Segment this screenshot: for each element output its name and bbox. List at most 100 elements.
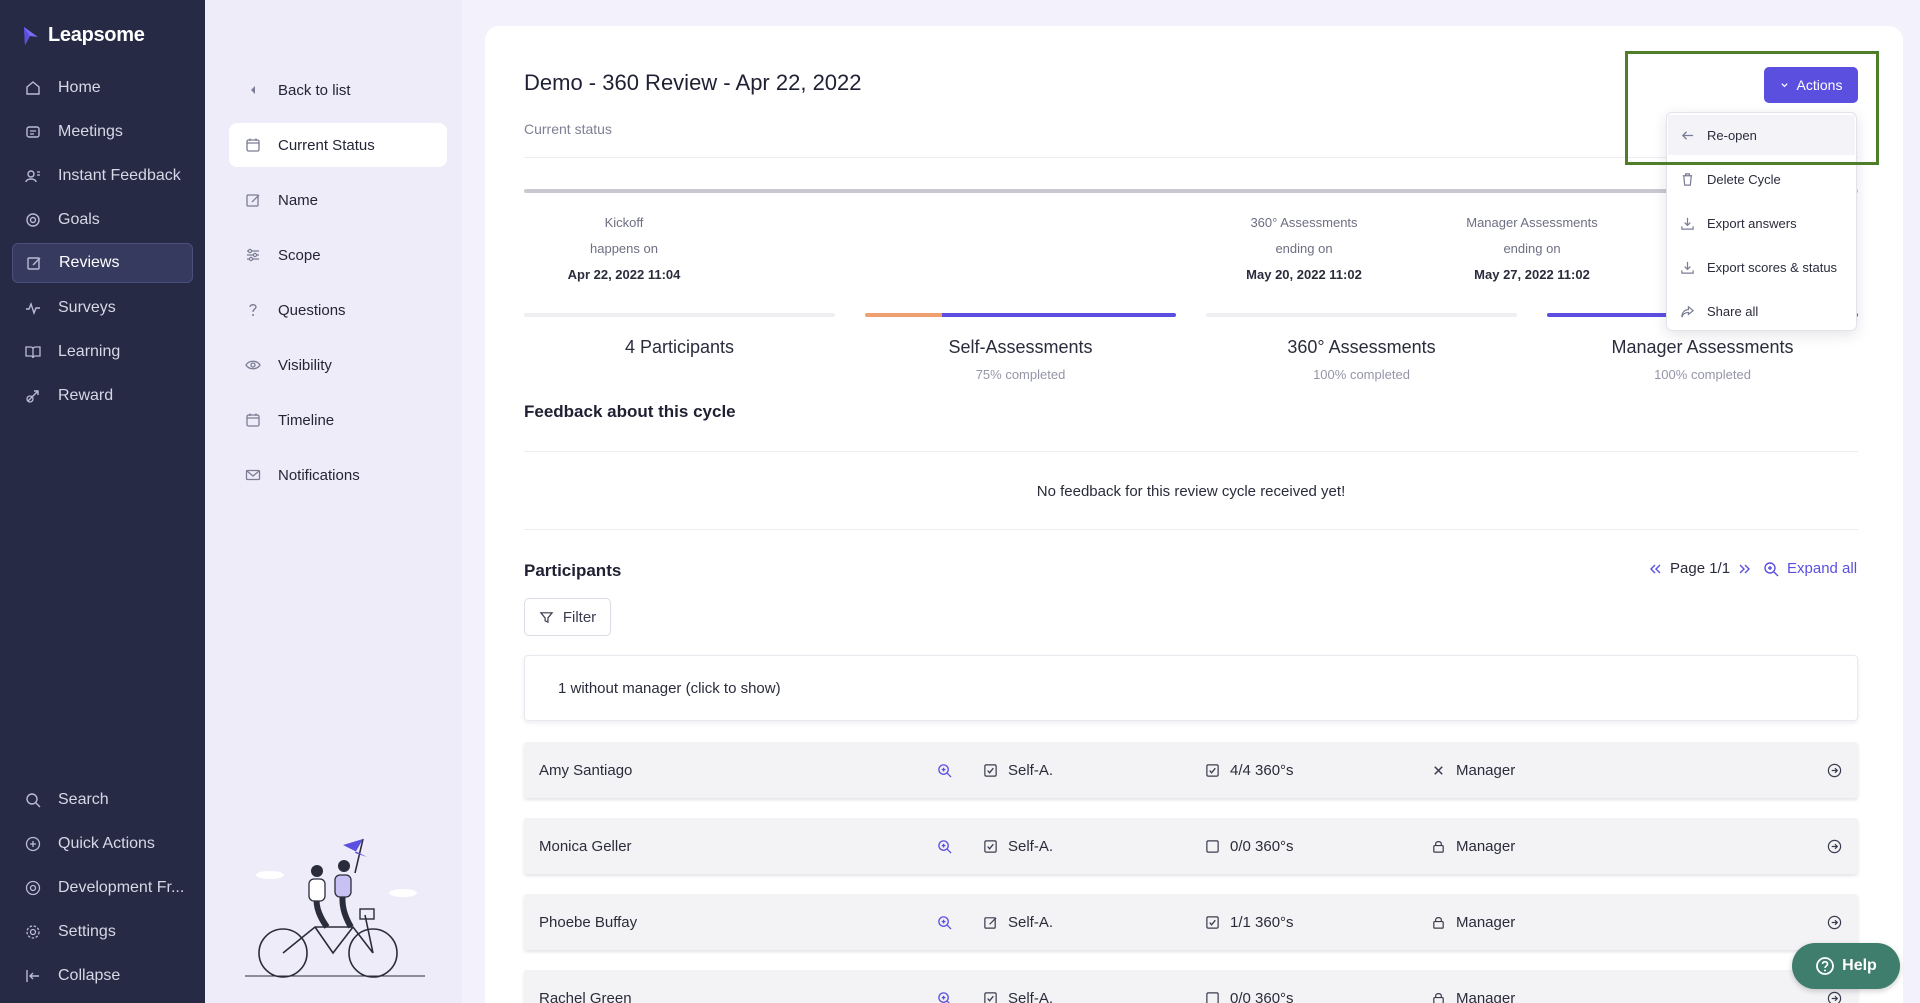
milestone-title: 360° Assessments [1250,215,1358,230]
nav-surveys[interactable]: Surveys [12,288,193,328]
expand-all-link[interactable]: Expand all [1763,560,1857,577]
360-label: 1/1 360°s [1230,913,1294,931]
stat-percent: 75% completed [975,367,1066,382]
main-content-card: Demo - 360 Review - Apr 22, 2022 Current… [485,26,1903,1003]
leapsome-logo-icon [24,26,38,45]
nav-reviews[interactable]: Reviews [12,243,193,283]
arrow-right-circle-icon[interactable] [1827,915,1842,930]
sub-item-visibility[interactable]: Visibility [229,343,447,387]
actions-label: Actions [1796,77,1843,93]
arrow-left-icon [1681,130,1694,140]
self-assessment-status: Self-A. [983,894,1053,950]
question-icon [249,304,257,316]
checked-box-icon [984,991,997,1003]
menu-item-delete-cycle[interactable]: Delete Cycle [1668,159,1855,199]
sub-item-scope[interactable]: Scope [229,233,447,277]
trash-icon [1682,172,1693,186]
actions-button[interactable]: Actions [1764,67,1858,103]
nav-goals[interactable]: Goals [12,200,193,240]
double-chevron-left-icon[interactable] [1648,563,1662,575]
arrow-right-circle-icon[interactable] [1827,839,1842,854]
sub-item-label: Notifications [278,466,360,484]
milestone-date: Apr 22, 2022 11:04 [567,267,681,282]
menu-item-share-all[interactable]: Share all [1668,291,1855,331]
share-icon [1681,305,1695,317]
manager-status: Manager [1431,742,1515,798]
participant-row[interactable]: Phoebe Buffay Self-A. 1/1 360°s Manager [524,894,1858,950]
nav-search[interactable]: Search [12,780,193,820]
double-chevron-right-icon[interactable] [1738,563,1752,575]
milestone-caption: ending on [1503,241,1561,256]
nav-collapse[interactable]: Collapse [12,956,193,996]
zoom-in-icon[interactable] [937,991,952,1003]
lock-icon [1433,916,1444,929]
360-label: 4/4 360°s [1230,761,1294,779]
participant-name: Phoebe Buffay [539,913,638,931]
nav-label: Quick Actions [58,835,155,852]
filter-button[interactable]: Filter [524,598,611,636]
progress-fill-completed [942,313,1176,317]
participants-section-title: Participants [524,561,622,580]
arrow-right-circle-icon[interactable] [1827,991,1842,1003]
menu-item-reopen[interactable]: Re-open [1668,115,1855,155]
nav-home[interactable]: Home [12,68,193,108]
nav-development-framework[interactable]: Development Fr... [12,868,193,908]
nav-quick-actions[interactable]: Quick Actions [12,824,193,864]
self-assessment-label: Self-A. [1008,761,1054,779]
back-to-list-link[interactable]: Back to list [229,68,447,112]
milestone-manager-assessments: Manager Assessments ending on May 27, 20… [1422,210,1642,288]
milestone-date: May 20, 2022 11:02 [1246,267,1362,282]
sub-item-name[interactable]: Name [229,178,447,222]
sub-item-current-status[interactable]: Current Status [229,123,447,167]
nav-meetings[interactable]: Meetings [12,112,193,152]
menu-item-label: Re-open [1707,127,1757,143]
sub-item-notifications[interactable]: Notifications [229,453,447,497]
manager-label: Manager [1456,761,1516,779]
nav-instant-feedback[interactable]: Instant Feedback [12,156,193,196]
brand-logo[interactable]: Leapsome [22,24,145,47]
checked-box-icon [984,839,997,853]
without-manager-toggle[interactable]: 1 without manager (click to show) [524,655,1858,721]
self-assessment-status: Self-A. [983,970,1053,1003]
nav-learning[interactable]: Learning [12,332,193,372]
nav-label: Development Fr... [58,879,185,896]
page-title: Demo - 360 Review - Apr 22, 2022 [524,70,862,95]
stat-label: 360° Assessments [1287,337,1436,357]
stat-progress-bar [1206,313,1517,317]
progress-fill-pending [865,313,942,317]
sub-item-timeline[interactable]: Timeline [229,398,447,442]
stat-percent: 100% completed [1313,367,1410,382]
menu-item-export-answers[interactable]: Export answers [1668,203,1855,243]
pagination: Page 1/1 [1648,560,1752,577]
review-sub-navigation: Back to list Current Status Name Scope Q… [205,0,462,1003]
help-button[interactable]: Help [1792,943,1900,989]
sub-item-label: Visibility [278,356,332,374]
menu-item-export-scores[interactable]: Export scores & status [1668,247,1855,287]
participant-row[interactable]: Rachel Green Self-A. 0/0 360°s Manager [524,970,1858,1003]
manager-label: Manager [1456,837,1516,855]
milestone-caption: ending on [1275,241,1333,256]
nav-settings[interactable]: Settings [12,912,193,952]
manager-status: Manager [1431,894,1515,950]
participant-name: Amy Santiago [539,761,633,779]
nav-reward[interactable]: Reward [12,376,193,416]
divider [524,529,1858,530]
360-status: 0/0 360°s [1205,970,1294,1003]
development-icon [25,880,41,896]
zoom-in-icon[interactable] [937,763,952,778]
stat-progress-bar [524,313,835,317]
stat-percent: 100% completed [1654,367,1751,382]
arrow-right-circle-icon[interactable] [1827,763,1842,778]
participant-row[interactable]: Monica Geller Self-A. 0/0 360°s Manager [524,818,1858,874]
sub-item-questions[interactable]: Questions [229,288,447,332]
participant-row[interactable]: Amy Santiago Self-A. 4/4 360°s Manager [524,742,1858,798]
manager-label: Manager [1456,913,1516,931]
menu-item-label: Export scores & status [1707,259,1838,275]
eye-icon [245,360,261,370]
plus-circle-icon [25,836,41,852]
timeline-progress-track [524,189,1858,193]
milestone-title: Manager Assessments [1466,215,1598,230]
zoom-in-icon[interactable] [937,915,952,930]
zoom-in-icon[interactable] [937,839,952,854]
self-assessment-status: Self-A. [983,742,1053,798]
